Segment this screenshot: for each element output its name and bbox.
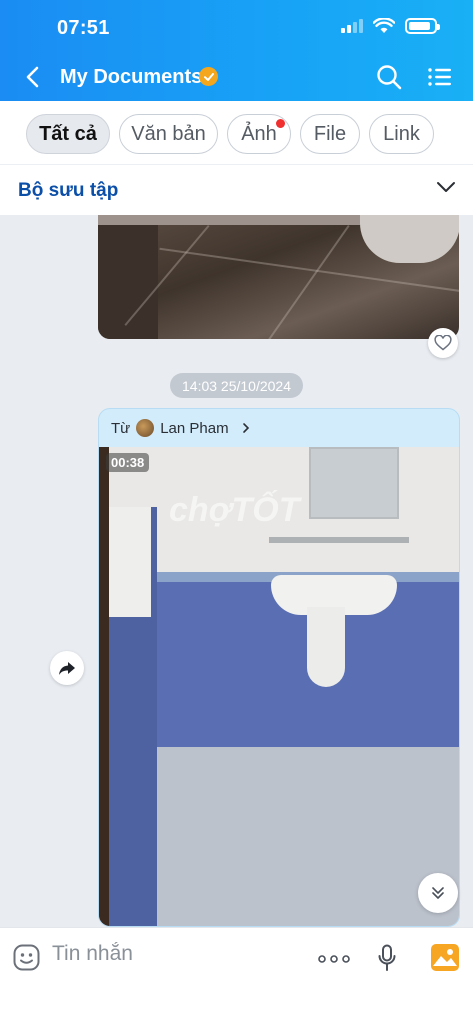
scroll-down-button[interactable] xyxy=(418,873,458,913)
video-message[interactable]: Từ Lan Pham 00:38 chợTỐT xyxy=(98,408,460,927)
back-icon[interactable] xyxy=(22,64,44,90)
from-prefix: Từ xyxy=(111,419,131,437)
filter-chip-label: Tất cả xyxy=(39,122,97,145)
filter-chip-label: Link xyxy=(383,122,420,145)
emoji-icon[interactable] xyxy=(13,944,40,971)
date-separator: 14:03 25/10/2024 xyxy=(170,373,303,398)
filter-chip-all[interactable]: Tất cả xyxy=(26,114,110,154)
scroll-down-icon xyxy=(432,887,444,899)
menu-icon[interactable] xyxy=(427,66,451,88)
heart-icon xyxy=(434,335,452,351)
avatar xyxy=(136,419,155,437)
image-icon[interactable] xyxy=(431,944,459,971)
video-thumbnail[interactable]: 00:38 chợTỐT xyxy=(99,447,459,926)
watermark: chợTỐT xyxy=(169,491,300,529)
photo-message[interactable] xyxy=(98,215,459,339)
chevron-right-icon xyxy=(242,423,249,433)
app-header: 07:51 My Documents xyxy=(0,0,473,101)
forward-source[interactable]: Từ Lan Pham xyxy=(111,419,251,437)
filter-chip-text[interactable]: Văn bản xyxy=(119,114,218,154)
message-composer xyxy=(0,927,473,1024)
share-icon xyxy=(59,662,75,675)
status-time: 07:51 xyxy=(57,17,110,39)
filter-chip-label: Ảnh xyxy=(241,122,277,145)
battery-icon xyxy=(405,18,440,34)
filter-chip-label: Văn bản xyxy=(131,122,206,145)
message-input[interactable] xyxy=(52,942,252,966)
filter-chip-file[interactable]: File xyxy=(300,114,360,154)
mic-icon[interactable] xyxy=(377,944,397,972)
filter-chip-photo[interactable]: Ảnh xyxy=(227,114,291,154)
status-icons xyxy=(341,18,440,34)
wifi-icon xyxy=(373,18,395,33)
verified-icon xyxy=(199,67,218,86)
collection-bar[interactable]: Bộ sưu tập xyxy=(0,164,473,215)
more-icon[interactable] xyxy=(318,955,350,963)
search-icon[interactable] xyxy=(376,64,402,90)
cellular-signal-icon xyxy=(341,19,363,33)
filter-tabs: Tất cả Văn bản Ảnh File Link xyxy=(0,101,473,164)
page-title: My Documents xyxy=(60,66,203,88)
chevron-down-icon[interactable] xyxy=(436,180,456,194)
collection-label: Bộ sưu tập xyxy=(18,180,119,201)
sender-name: Lan Pham xyxy=(160,419,229,437)
share-button[interactable] xyxy=(50,651,84,685)
filter-chip-label: File xyxy=(313,122,347,145)
like-button[interactable] xyxy=(428,328,458,358)
video-duration: 00:38 xyxy=(106,453,150,472)
filter-chip-link[interactable]: Link xyxy=(369,114,434,154)
notification-dot xyxy=(276,119,285,128)
